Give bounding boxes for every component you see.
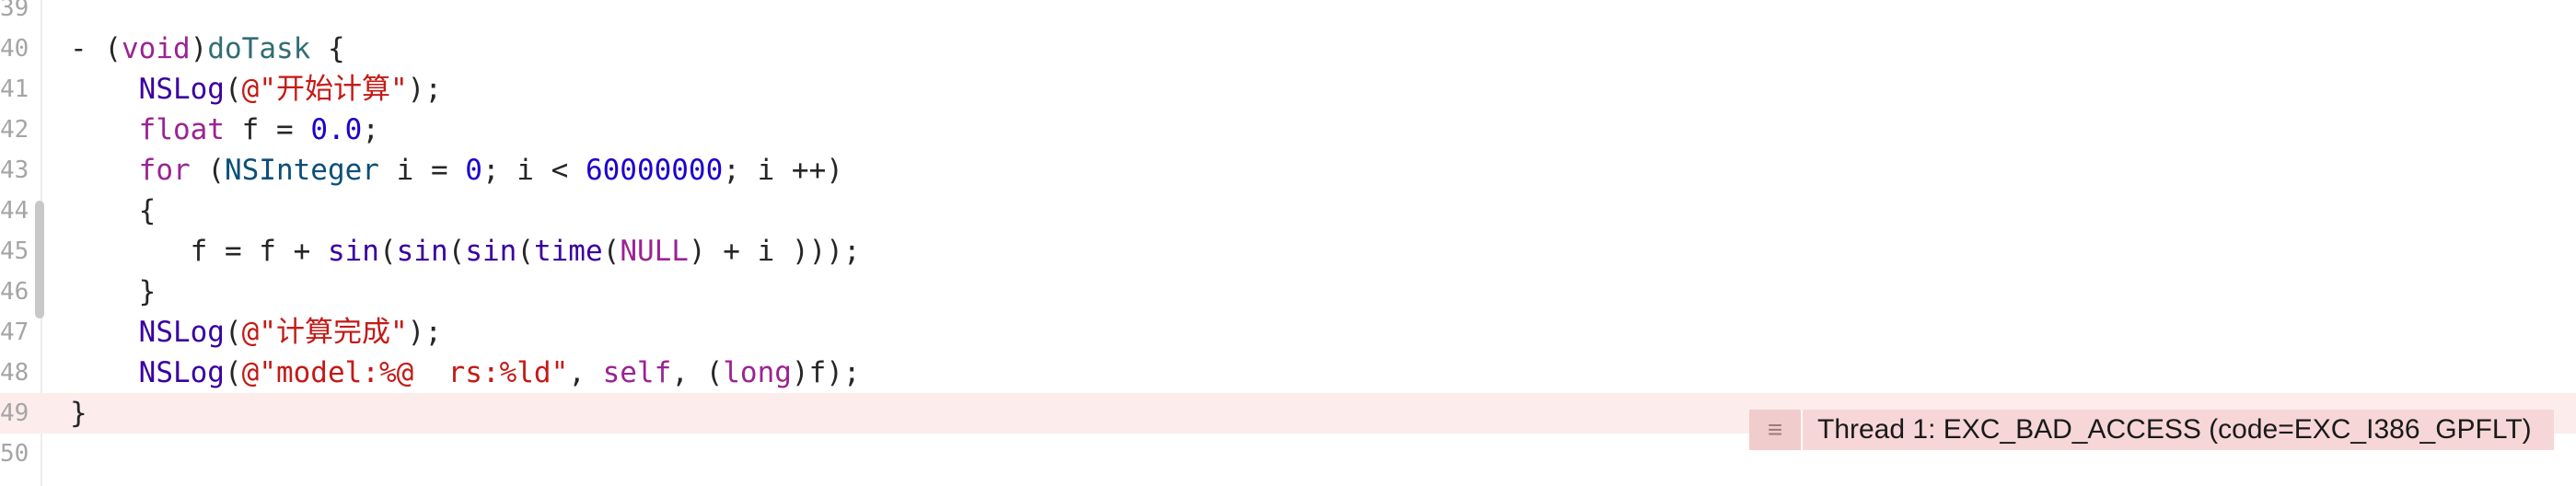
code-text: float f = 0.0;: [70, 110, 379, 150]
line-number: 39: [0, 0, 29, 22]
code-token: NULL: [620, 235, 689, 268]
code-text: {: [70, 191, 157, 231]
code-token: float: [138, 113, 225, 146]
code-token: sin: [396, 235, 448, 268]
code-token: ; i ++): [723, 154, 843, 187]
code-text: NSLog(@"开始计算");: [70, 69, 442, 110]
line-number: 44: [0, 197, 29, 225]
code-token: doTask: [207, 32, 311, 65]
code-text: }: [70, 393, 87, 434]
code-token: {: [70, 194, 157, 227]
code-token: );: [407, 316, 442, 349]
line-number: 49: [0, 399, 29, 427]
code-token: for: [138, 154, 191, 187]
code-token: sin: [327, 235, 379, 268]
code-token: );: [407, 73, 442, 106]
code-token: ): [190, 32, 208, 65]
code-token: (: [447, 235, 466, 268]
code-token: i =: [378, 154, 466, 187]
line-number: 41: [0, 75, 29, 103]
code-token: long: [723, 356, 792, 389]
code-line[interactable]: 43 for (NSInteger i = 0; i < 60000000; i…: [0, 150, 2576, 191]
code-token: (: [378, 235, 397, 268]
code-token: f = f +: [70, 235, 328, 268]
code-text: }: [70, 272, 157, 312]
line-number: 48: [0, 359, 29, 387]
code-line[interactable]: 42 float f = 0.0;: [0, 110, 2576, 150]
line-number: 47: [0, 318, 29, 346]
code-token: }: [70, 397, 87, 430]
code-token: @"model:%@ rs:%ld": [241, 356, 569, 389]
code-line[interactable]: 45 f = f + sin(sin(sin(time(NULL) + i ))…: [0, 231, 2576, 272]
code-line[interactable]: 40 - (void)doTask {: [0, 29, 2576, 69]
code-line[interactable]: 39: [0, 0, 2576, 29]
code-token: 0: [465, 154, 482, 187]
code-token: sin: [465, 235, 517, 268]
code-line[interactable]: 47 NSLog(@"计算完成");: [0, 312, 2576, 353]
code-token: NSInteger: [224, 154, 379, 187]
code-token: (: [224, 316, 242, 349]
code-token: @"开始计算": [241, 73, 408, 106]
code-token: ;: [362, 113, 379, 146]
code-text: - (void)doTask {: [70, 29, 345, 69]
line-number: 45: [0, 237, 29, 265]
code-token: ,: [568, 356, 603, 389]
code-token: time: [533, 235, 603, 268]
code-token: void: [122, 32, 191, 65]
code-token: 60000000: [585, 154, 724, 187]
code-token: self: [602, 356, 672, 389]
code-token: (: [224, 73, 242, 106]
code-token: , (: [671, 356, 724, 389]
code-token: NSLog: [138, 316, 225, 349]
code-token: (: [224, 356, 242, 389]
code-token: f =: [224, 113, 311, 146]
code-token: 0.0: [310, 113, 363, 146]
line-number: 43: [0, 156, 29, 184]
list-icon[interactable]: ≡: [1749, 410, 1803, 450]
error-message: Thread 1: EXC_BAD_ACCESS (code=EXC_I386_…: [1817, 414, 2532, 445]
code-text: f = f + sin(sin(sin(time(NULL) + i )));: [70, 231, 861, 272]
code-token: (: [602, 235, 621, 268]
code-line[interactable]: 44 {: [0, 191, 2576, 231]
line-number: 42: [0, 116, 29, 144]
error-annotation[interactable]: ≡ Thread 1: EXC_BAD_ACCESS (code=EXC_I38…: [1749, 410, 2554, 450]
code-token: NSLog: [138, 356, 225, 389]
code-token: @"计算完成": [241, 316, 408, 349]
code-token: )f);: [791, 356, 861, 389]
code-line[interactable]: 46 }: [0, 272, 2576, 312]
code-token: (: [516, 235, 534, 268]
code-token: ) + i )));: [688, 235, 861, 268]
code-text: NSLog(@"model:%@ rs:%ld", self, (long)f)…: [70, 353, 861, 393]
code-text: for (NSInteger i = 0; i < 60000000; i ++…: [70, 150, 843, 191]
code-line[interactable]: 48 NSLog(@"model:%@ rs:%ld", self, (long…: [0, 353, 2576, 393]
code-token: NSLog: [138, 73, 225, 106]
code-token: ; i <: [482, 154, 586, 187]
line-number: 46: [0, 278, 29, 306]
code-token: (: [190, 154, 225, 187]
code-text: NSLog(@"计算完成");: [70, 312, 442, 353]
code-line[interactable]: 41 NSLog(@"开始计算");: [0, 69, 2576, 110]
code-token: - (: [70, 32, 122, 65]
line-number: 50: [0, 440, 29, 468]
line-number: 40: [0, 35, 29, 63]
code-token: }: [70, 275, 157, 308]
code-token: {: [310, 32, 345, 65]
